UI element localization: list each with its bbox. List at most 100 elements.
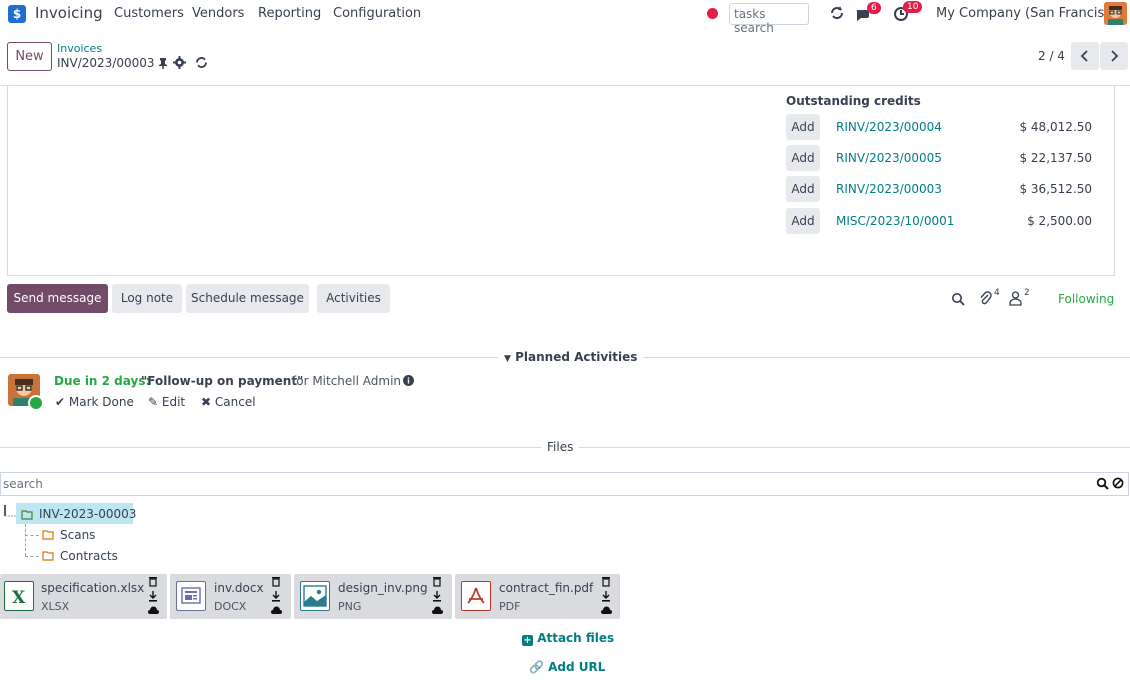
add-url-link[interactable]: 🔗 Add URL xyxy=(529,660,605,674)
files-title: Files xyxy=(541,440,580,454)
pager-value[interactable]: 2 / 4 xyxy=(1038,49,1065,63)
file-card[interactable]: X specification.xlsx XLSX xyxy=(0,574,167,619)
add-credit-button[interactable]: Add xyxy=(786,176,820,202)
new-button[interactable]: New xyxy=(7,42,52,71)
edit-activity-button[interactable]: ✎ Edit xyxy=(148,395,185,409)
svg-text:X: X xyxy=(12,588,26,608)
download-icon[interactable] xyxy=(148,591,160,602)
cloud-icon[interactable] xyxy=(601,606,613,614)
app-name[interactable]: Invoicing xyxy=(35,4,103,22)
search-icon[interactable] xyxy=(951,292,965,306)
log-note-button[interactable]: Log note xyxy=(112,284,182,313)
attach-files-link[interactable]: + Attach files xyxy=(522,631,614,646)
credit-ref-link[interactable]: MISC/2023/10/0001 xyxy=(836,214,954,228)
close-icon: ✖ xyxy=(201,395,212,409)
activity-due: Due in 2 days: xyxy=(54,374,151,388)
file-card[interactable]: design_inv.png PNG xyxy=(294,574,452,619)
user-avatar[interactable] xyxy=(1104,2,1127,25)
breadcrumb-invoices[interactable]: Invoices xyxy=(57,42,102,55)
activity-badge: 10 xyxy=(903,1,923,13)
credit-amount: $ 36,512.50 xyxy=(1019,182,1092,196)
excel-icon: X xyxy=(4,581,34,611)
chevron-left-icon xyxy=(1080,50,1088,62)
trash-icon[interactable] xyxy=(148,576,160,587)
cloud-icon[interactable] xyxy=(432,606,444,614)
reload-icon[interactable] xyxy=(194,55,209,70)
pin-icon[interactable] xyxy=(157,57,169,69)
chevron-right-icon xyxy=(1111,50,1119,62)
clear-search-icon[interactable] xyxy=(1112,477,1124,489)
following-toggle[interactable]: Following xyxy=(1058,292,1114,306)
search-icon[interactable] xyxy=(1096,477,1109,490)
messaging-menu[interactable]: 6 xyxy=(855,2,883,25)
image-icon xyxy=(300,581,330,611)
info-icon[interactable] xyxy=(403,375,414,386)
trash-icon[interactable] xyxy=(601,576,613,587)
folder-icon xyxy=(42,550,54,561)
credit-amount: $ 22,137.50 xyxy=(1019,151,1092,165)
file-card[interactable]: inv.docx DOCX xyxy=(170,574,291,619)
activity-assignee: for Mitchell Admin xyxy=(292,374,402,388)
add-credit-button[interactable]: Add xyxy=(786,145,820,171)
cloud-icon[interactable] xyxy=(148,606,160,614)
mark-done-button[interactable]: ✔ Mark Done xyxy=(55,395,134,409)
activities-button[interactable]: Activities xyxy=(317,284,390,313)
tree-guide xyxy=(25,524,26,556)
followers-count: 2 xyxy=(1024,288,1030,298)
attachments-button[interactable]: 4 xyxy=(978,288,1008,306)
activity-type-icon xyxy=(28,395,44,411)
tree-collapse-icon[interactable] xyxy=(3,504,17,518)
tree-node-contracts[interactable]: Contracts xyxy=(60,549,118,563)
refresh-icon[interactable] xyxy=(828,4,846,22)
file-ext: DOCX xyxy=(214,600,247,613)
gear-icon[interactable] xyxy=(173,56,186,69)
caret-down-icon: ▼ xyxy=(504,354,511,364)
download-icon[interactable] xyxy=(601,591,613,602)
menu-customers[interactable]: Customers xyxy=(114,6,184,21)
menu-configuration[interactable]: Configuration xyxy=(333,6,421,21)
files-search-input[interactable]: search xyxy=(0,472,1129,496)
cancel-activity-button[interactable]: ✖ Cancel xyxy=(201,395,256,409)
credit-ref-link[interactable]: RINV/2023/00004 xyxy=(836,120,942,134)
activity-summary: "Follow-up on payment" xyxy=(141,374,304,388)
outstanding-credits-title: Outstanding credits xyxy=(786,94,921,108)
add-credit-button[interactable]: Add xyxy=(786,208,820,234)
paperclip-icon xyxy=(978,290,992,306)
tree-root-label[interactable]: INV-2023-00003 xyxy=(39,507,136,521)
attachments-count: 4 xyxy=(994,288,1000,298)
attach-files-label: Attach files xyxy=(537,631,615,645)
credit-ref-link[interactable]: RINV/2023/00005 xyxy=(836,151,942,165)
app-logo-icon[interactable]: $ xyxy=(8,5,28,25)
menu-vendors[interactable]: Vendors xyxy=(192,6,244,21)
credit-amount: $ 2,500.00 xyxy=(1027,214,1092,228)
cloud-icon[interactable] xyxy=(271,606,283,614)
edit-label: Edit xyxy=(161,395,186,409)
activity-menu[interactable]: 10 xyxy=(893,1,923,25)
company-switcher[interactable]: My Company (San Francisco) xyxy=(936,6,1124,21)
cancel-label: Cancel xyxy=(214,395,256,409)
tasks-search-input[interactable]: tasks search xyxy=(729,3,809,35)
recording-indicator-icon[interactable] xyxy=(707,8,718,19)
file-actions xyxy=(271,576,283,614)
planned-activities-toggle[interactable]: ▼ Planned Activities xyxy=(498,350,644,364)
trash-icon[interactable] xyxy=(432,576,444,587)
mark-done-label: Mark Done xyxy=(68,395,134,409)
pager-previous-button[interactable] xyxy=(1071,42,1099,70)
file-ext: XLSX xyxy=(41,600,70,613)
menu-reporting[interactable]: Reporting xyxy=(258,6,321,21)
breadcrumb-current: INV/2023/00003 xyxy=(57,56,155,70)
add-credit-button[interactable]: Add xyxy=(786,114,820,140)
document-icon xyxy=(176,581,206,611)
followers-button[interactable]: 2 xyxy=(1009,288,1039,306)
download-icon[interactable] xyxy=(432,591,444,602)
file-actions xyxy=(148,576,160,614)
trash-icon[interactable] xyxy=(271,576,283,587)
pager-next-button[interactable] xyxy=(1100,42,1128,70)
credit-ref-link[interactable]: RINV/2023/00003 xyxy=(836,182,942,196)
file-card[interactable]: contract_fin.pdf PDF xyxy=(455,574,620,619)
schedule-message-button[interactable]: Schedule message xyxy=(186,284,309,313)
send-message-button[interactable]: Send message xyxy=(7,284,108,313)
download-icon[interactable] xyxy=(271,591,283,602)
tree-node-scans[interactable]: Scans xyxy=(60,528,95,542)
planned-activities-title: Planned Activities xyxy=(515,350,638,364)
